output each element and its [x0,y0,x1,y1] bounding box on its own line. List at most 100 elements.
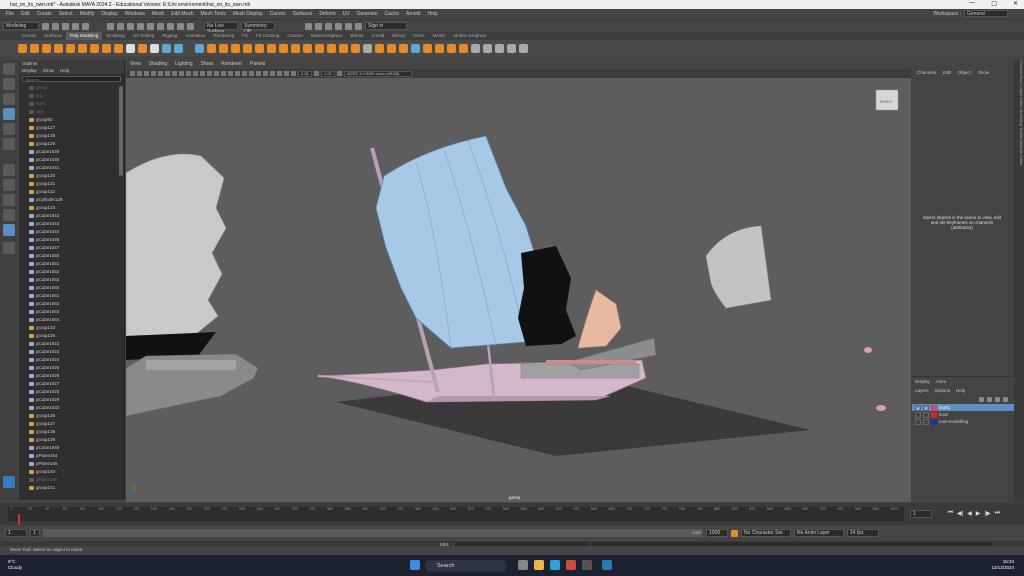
super-shape-icon[interactable] [126,43,135,53]
layer-tab-display[interactable]: Display [915,379,930,384]
soften-edge-icon[interactable] [483,43,492,53]
current-time-indicator[interactable] [18,514,20,525]
move-tool-icon[interactable] [3,108,15,120]
menu-create[interactable]: Create [37,11,52,17]
shelf-tab-8[interactable]: FX [238,32,252,40]
render-frame-icon[interactable] [305,22,312,30]
menu-windows[interactable]: Windows [125,11,145,17]
save-scene-icon[interactable] [62,22,69,30]
edge-browser-icon[interactable] [550,560,560,570]
wireframe-icon[interactable] [200,71,205,76]
snap-surface-icon[interactable] [177,22,184,30]
boolean-icon[interactable] [219,43,228,53]
outliner-row[interactable]: group131 [19,180,124,188]
layer-color-swatch[interactable] [931,404,937,411]
outliner-scrollbar[interactable] [119,86,123,176]
outliner-row[interactable]: pCube1632 [19,404,124,412]
poly-torus-icon[interactable] [66,43,75,53]
antialiasing-icon[interactable] [256,71,261,76]
menu-help[interactable]: Help [427,11,437,17]
svg-icon[interactable] [162,43,171,53]
snap-point-icon[interactable] [157,22,164,30]
outliner-row[interactable]: group134 [19,324,124,332]
single-layout-icon[interactable] [3,164,15,176]
outliner-layout-icon[interactable] [3,194,15,206]
playback-button-0[interactable]: ⏮ [948,510,953,517]
viewport-persp[interactable]: RIGHT persp [126,78,911,502]
motion-blur-icon[interactable] [249,71,254,76]
outliner-row[interactable]: pCube1560 [19,284,124,292]
menu-select[interactable]: Select [59,11,73,17]
fps-dropdown[interactable]: 24 fps [847,529,879,537]
field-chart-icon[interactable] [186,71,191,76]
render-view-icon[interactable] [345,22,352,30]
snap-curve-icon[interactable] [147,22,154,30]
normals-icon[interactable] [471,43,480,53]
close-button[interactable]: ✕ [1013,0,1018,7]
arnold-icon[interactable] [355,22,362,30]
outliner-row[interactable]: pCylinder128 [19,196,124,204]
key-icon[interactable] [731,529,738,537]
ipr-render-icon[interactable] [315,22,322,30]
outliner-row[interactable]: front [19,100,124,108]
outliner-row[interactable]: group127 [19,124,124,132]
shelf-tab-17[interactable]: Motion Graphics [450,32,491,40]
system-clock[interactable]: 15:34 12/12/2024 [991,559,1014,571]
menu-display[interactable]: Display [101,11,117,17]
viewport-menu-panels[interactable]: Panels [250,60,265,69]
start-time-field[interactable]: 1 [5,529,27,537]
ambient-occlusion-icon[interactable] [242,71,247,76]
magnifier-icon[interactable] [3,242,15,254]
layer-visibility-toggle[interactable]: V [915,404,921,411]
move-layer-down-icon[interactable] [987,397,992,402]
anim-layer-dropdown[interactable]: No Anim Layer [794,529,844,537]
mode-dropdown[interactable]: Modeling [3,22,39,30]
windows-start-icon[interactable] [410,560,420,570]
outliner-row[interactable]: pCube1553 [19,276,124,284]
maya-taskbar-icon[interactable] [602,560,612,570]
new-layer-icon[interactable] [995,397,1000,402]
menu-mesh-tools[interactable]: Mesh Tools [201,11,226,17]
outliner-row[interactable]: pCube1624 [19,356,124,364]
xray-icon[interactable] [270,71,275,76]
outliner-row[interactable]: pCube1626 [19,372,124,380]
new-layer-selected-icon[interactable] [1003,397,1008,402]
outliner-row[interactable]: pCube1629 [19,396,124,404]
outliner-menu-display[interactable]: Display [22,67,37,74]
outliner-row[interactable]: pCube1622 [19,340,124,348]
smooth-shade-icon[interactable] [207,71,212,76]
outliner-row[interactable]: pCube1546 [19,236,124,244]
automatic-mapping-icon[interactable] [435,43,444,53]
layer-playback-toggle[interactable] [923,411,929,418]
outliner-row[interactable]: pCube1544 [19,228,124,236]
range-bar[interactable]: 1000 [43,529,703,537]
new-scene-icon[interactable] [42,22,49,30]
outliner-row[interactable]: top [19,92,124,100]
mirror-icon[interactable] [231,43,240,53]
outliner-row[interactable]: pCube1550 [19,252,124,260]
channel-box-tab-channels[interactable]: Channels [917,70,936,75]
character-set-dropdown[interactable]: No Character Set [741,529,791,537]
conform-icon[interactable] [519,43,528,53]
combine-icon[interactable] [174,43,183,53]
type-icon[interactable] [150,43,159,53]
snap-view-icon[interactable] [187,22,194,30]
camera-attributes-icon[interactable] [137,71,142,76]
undo-icon[interactable] [72,22,79,30]
media-player-icon[interactable] [582,560,592,570]
shelf-tab-16[interactable]: MASH [429,32,450,40]
outliner-row[interactable]: pCube1627 [19,380,124,388]
scale-tool-icon[interactable] [3,138,15,150]
weather-widget[interactable]: 9°C Cloudy [8,559,22,571]
outliner-row[interactable]: persp [19,84,124,92]
shelf-tab-12[interactable]: Bifrost [346,32,367,40]
harden-edge-icon[interactable] [495,43,504,53]
layer-menu-help[interactable]: Help [956,388,965,393]
separate-icon[interactable] [195,43,204,53]
outliner-menu-show[interactable]: Show [43,67,54,74]
outliner-row[interactable]: pCube1543 [19,220,124,228]
menu-surfaces[interactable]: Surfaces [293,11,313,17]
target-weld-icon[interactable] [315,43,324,53]
playback-button-4[interactable]: |▶ [984,510,990,517]
camera-icon[interactable] [130,71,135,76]
